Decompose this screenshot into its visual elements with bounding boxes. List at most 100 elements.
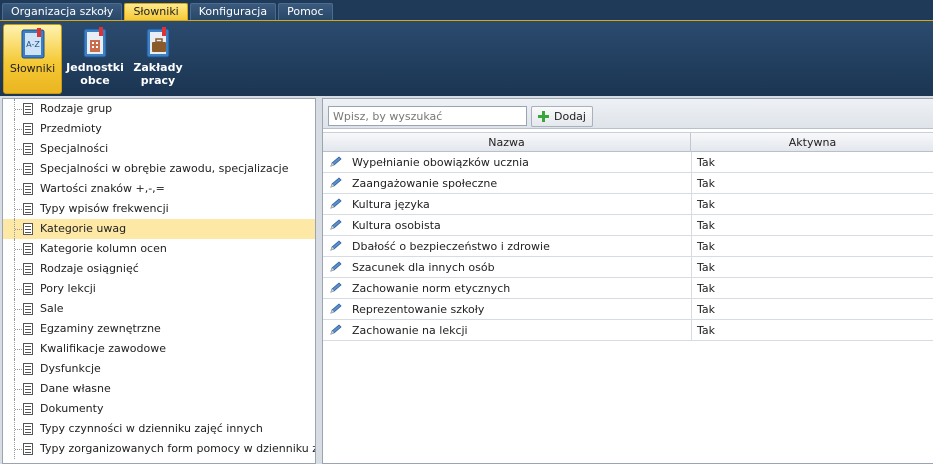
column-header-nazwa[interactable]: Nazwa xyxy=(323,133,691,152)
tree-item[interactable]: Typy wpisów frekwencji xyxy=(3,199,315,219)
tree-item[interactable]: Pory lekcji xyxy=(3,279,315,299)
tree-connector xyxy=(14,239,22,259)
table-row[interactable]: Zachowanie na lekcji Tak xyxy=(323,320,933,341)
document-icon xyxy=(23,303,33,315)
tree-item-label: Kwalifikacje zawodowe xyxy=(40,342,166,355)
cell-aktywna: Tak xyxy=(697,156,716,169)
column-header-aktywna[interactable]: Aktywna xyxy=(691,133,933,152)
edit-pencil-icon[interactable] xyxy=(329,261,343,273)
column-separator xyxy=(691,299,692,319)
tree-connector xyxy=(14,439,22,459)
edit-pencil-icon[interactable] xyxy=(329,219,343,231)
tree-item[interactable]: Typy czynności w dzienniku zajęć innych xyxy=(3,419,315,439)
tree-item[interactable]: Sale xyxy=(3,299,315,319)
tree-item[interactable]: Kwalifikacje zawodowe xyxy=(3,339,315,359)
edit-pencil-icon[interactable] xyxy=(329,303,343,315)
tree-item-label: Dokumenty xyxy=(40,402,104,415)
tree-item[interactable]: Wartości znaków +,-,= xyxy=(3,179,315,199)
document-icon xyxy=(23,343,33,355)
tree-item[interactable]: Rodzaje osiągnięć xyxy=(3,259,315,279)
document-icon xyxy=(23,403,33,415)
building-book-icon xyxy=(83,27,107,58)
tree-item[interactable]: Egzaminy zewnętrzne xyxy=(3,319,315,339)
cell-aktywna: Tak xyxy=(697,303,716,316)
tab-slowniki[interactable]: Słowniki xyxy=(124,3,188,20)
ribbon-zaklady-label-line2: pracy xyxy=(140,74,176,87)
edit-pencil-icon[interactable] xyxy=(329,156,343,168)
tree-item[interactable]: Rodzaje grup xyxy=(3,99,315,119)
tree-connector xyxy=(14,299,22,319)
table-row[interactable]: Kultura języka Tak xyxy=(323,194,933,215)
tree-item-label: Typy zorganizowanych form pomocy w dzien… xyxy=(40,442,315,455)
cell-nazwa: Zachowanie na lekcji xyxy=(352,324,468,337)
search-input[interactable] xyxy=(328,106,527,126)
cell-nazwa: Zachowanie norm etycznych xyxy=(352,282,511,295)
tree-item-label: Przedmioty xyxy=(40,122,102,135)
document-icon xyxy=(23,423,33,435)
document-icon xyxy=(23,103,33,115)
tree-item-label: Pory lekcji xyxy=(40,282,96,295)
tree-item[interactable]: Dysfunkcje xyxy=(3,359,315,379)
tree-connector xyxy=(14,199,22,219)
plus-icon xyxy=(538,111,549,122)
edit-pencil-icon[interactable] xyxy=(329,324,343,336)
grid-body: Wypełnianie obowiązków ucznia Tak Zaangażo… xyxy=(323,152,933,341)
cell-nazwa: Kultura osobista xyxy=(352,219,441,232)
tree-connector xyxy=(14,279,22,299)
add-button[interactable]: Dodaj xyxy=(531,106,593,127)
tree-item[interactable]: Przedmioty xyxy=(3,119,315,139)
table-row[interactable]: Zachowanie norm etycznych Tak xyxy=(323,278,933,299)
document-icon xyxy=(23,183,33,195)
table-row[interactable]: Reprezentowanie szkoły Tak xyxy=(323,299,933,320)
tree-connector xyxy=(14,99,22,119)
table-row[interactable]: Dbałość o bezpieczeństwo i zdrowie Tak xyxy=(323,236,933,257)
tree-connector xyxy=(14,179,22,199)
tree-connector xyxy=(14,379,22,399)
tree-connector xyxy=(14,219,22,239)
grid-toolbar: Dodaj xyxy=(323,99,933,129)
tree-connector xyxy=(14,139,22,159)
tab-pomoc[interactable]: Pomoc xyxy=(278,3,333,20)
tree-item[interactable]: Dokumenty xyxy=(3,399,315,419)
tree-item[interactable]: Specjalności w obrębie zawodu, specjaliz… xyxy=(3,159,315,179)
column-separator xyxy=(691,320,692,340)
document-icon xyxy=(23,223,33,235)
cell-nazwa: Dbałość o bezpieczeństwo i zdrowie xyxy=(352,240,550,253)
document-icon xyxy=(23,143,33,155)
edit-pencil-icon[interactable] xyxy=(329,282,343,294)
ribbon-jednostki-obce-button[interactable]: Jednostki obce xyxy=(66,24,124,94)
tree-item-label: Wartości znaków +,-,= xyxy=(40,182,165,195)
ribbon-toolbar: A-Z Słowniki Jednostki obce Zakłady prac… xyxy=(0,20,933,96)
tree-item[interactable]: Typy zorganizowanych form pomocy w dzien… xyxy=(3,439,315,459)
column-separator xyxy=(691,278,692,298)
column-separator xyxy=(691,173,692,193)
tree-connector xyxy=(14,319,22,339)
tree-item-label: Dane własne xyxy=(40,382,111,395)
column-separator xyxy=(691,215,692,235)
tab-organizacja-szkoly[interactable]: Organizacja szkoły xyxy=(2,3,123,20)
tree-item[interactable]: Kategorie kolumn ocen xyxy=(3,239,315,259)
table-row[interactable]: Zaangażowanie społeczne Tak xyxy=(323,173,933,194)
cell-aktywna: Tak xyxy=(697,219,716,232)
cell-nazwa: Kultura języka xyxy=(352,198,430,211)
cell-nazwa: Szacunek dla innych osób xyxy=(352,261,495,274)
table-row[interactable]: Szacunek dla innych osób Tak xyxy=(323,257,933,278)
edit-pencil-icon[interactable] xyxy=(329,240,343,252)
tree-item[interactable]: Dane własne xyxy=(3,379,315,399)
table-row[interactable]: Kultura osobista Tak xyxy=(323,215,933,236)
cell-aktywna: Tak xyxy=(697,198,716,211)
edit-pencil-icon[interactable] xyxy=(329,177,343,189)
tree-item[interactable]: Specjalności xyxy=(3,139,315,159)
ribbon-jednostki-label-line1: Jednostki xyxy=(66,61,124,74)
ribbon-slowniki-button[interactable]: A-Z Słowniki xyxy=(3,24,62,94)
tree-item-label: Kategorie uwag xyxy=(40,222,127,235)
edit-pencil-icon[interactable] xyxy=(329,198,343,210)
column-separator xyxy=(691,236,692,256)
tree-item[interactable]: Kategorie uwag xyxy=(3,219,315,239)
tab-konfiguracja[interactable]: Konfiguracja xyxy=(189,3,277,20)
tree-connector xyxy=(14,259,22,279)
ribbon-zaklady-pracy-button[interactable]: Zakłady pracy xyxy=(130,24,186,94)
table-row[interactable]: Wypełnianie obowiązków ucznia Tak xyxy=(323,152,933,173)
document-icon xyxy=(23,443,33,455)
tree-item-label: Rodzaje osiągnięć xyxy=(40,262,139,275)
